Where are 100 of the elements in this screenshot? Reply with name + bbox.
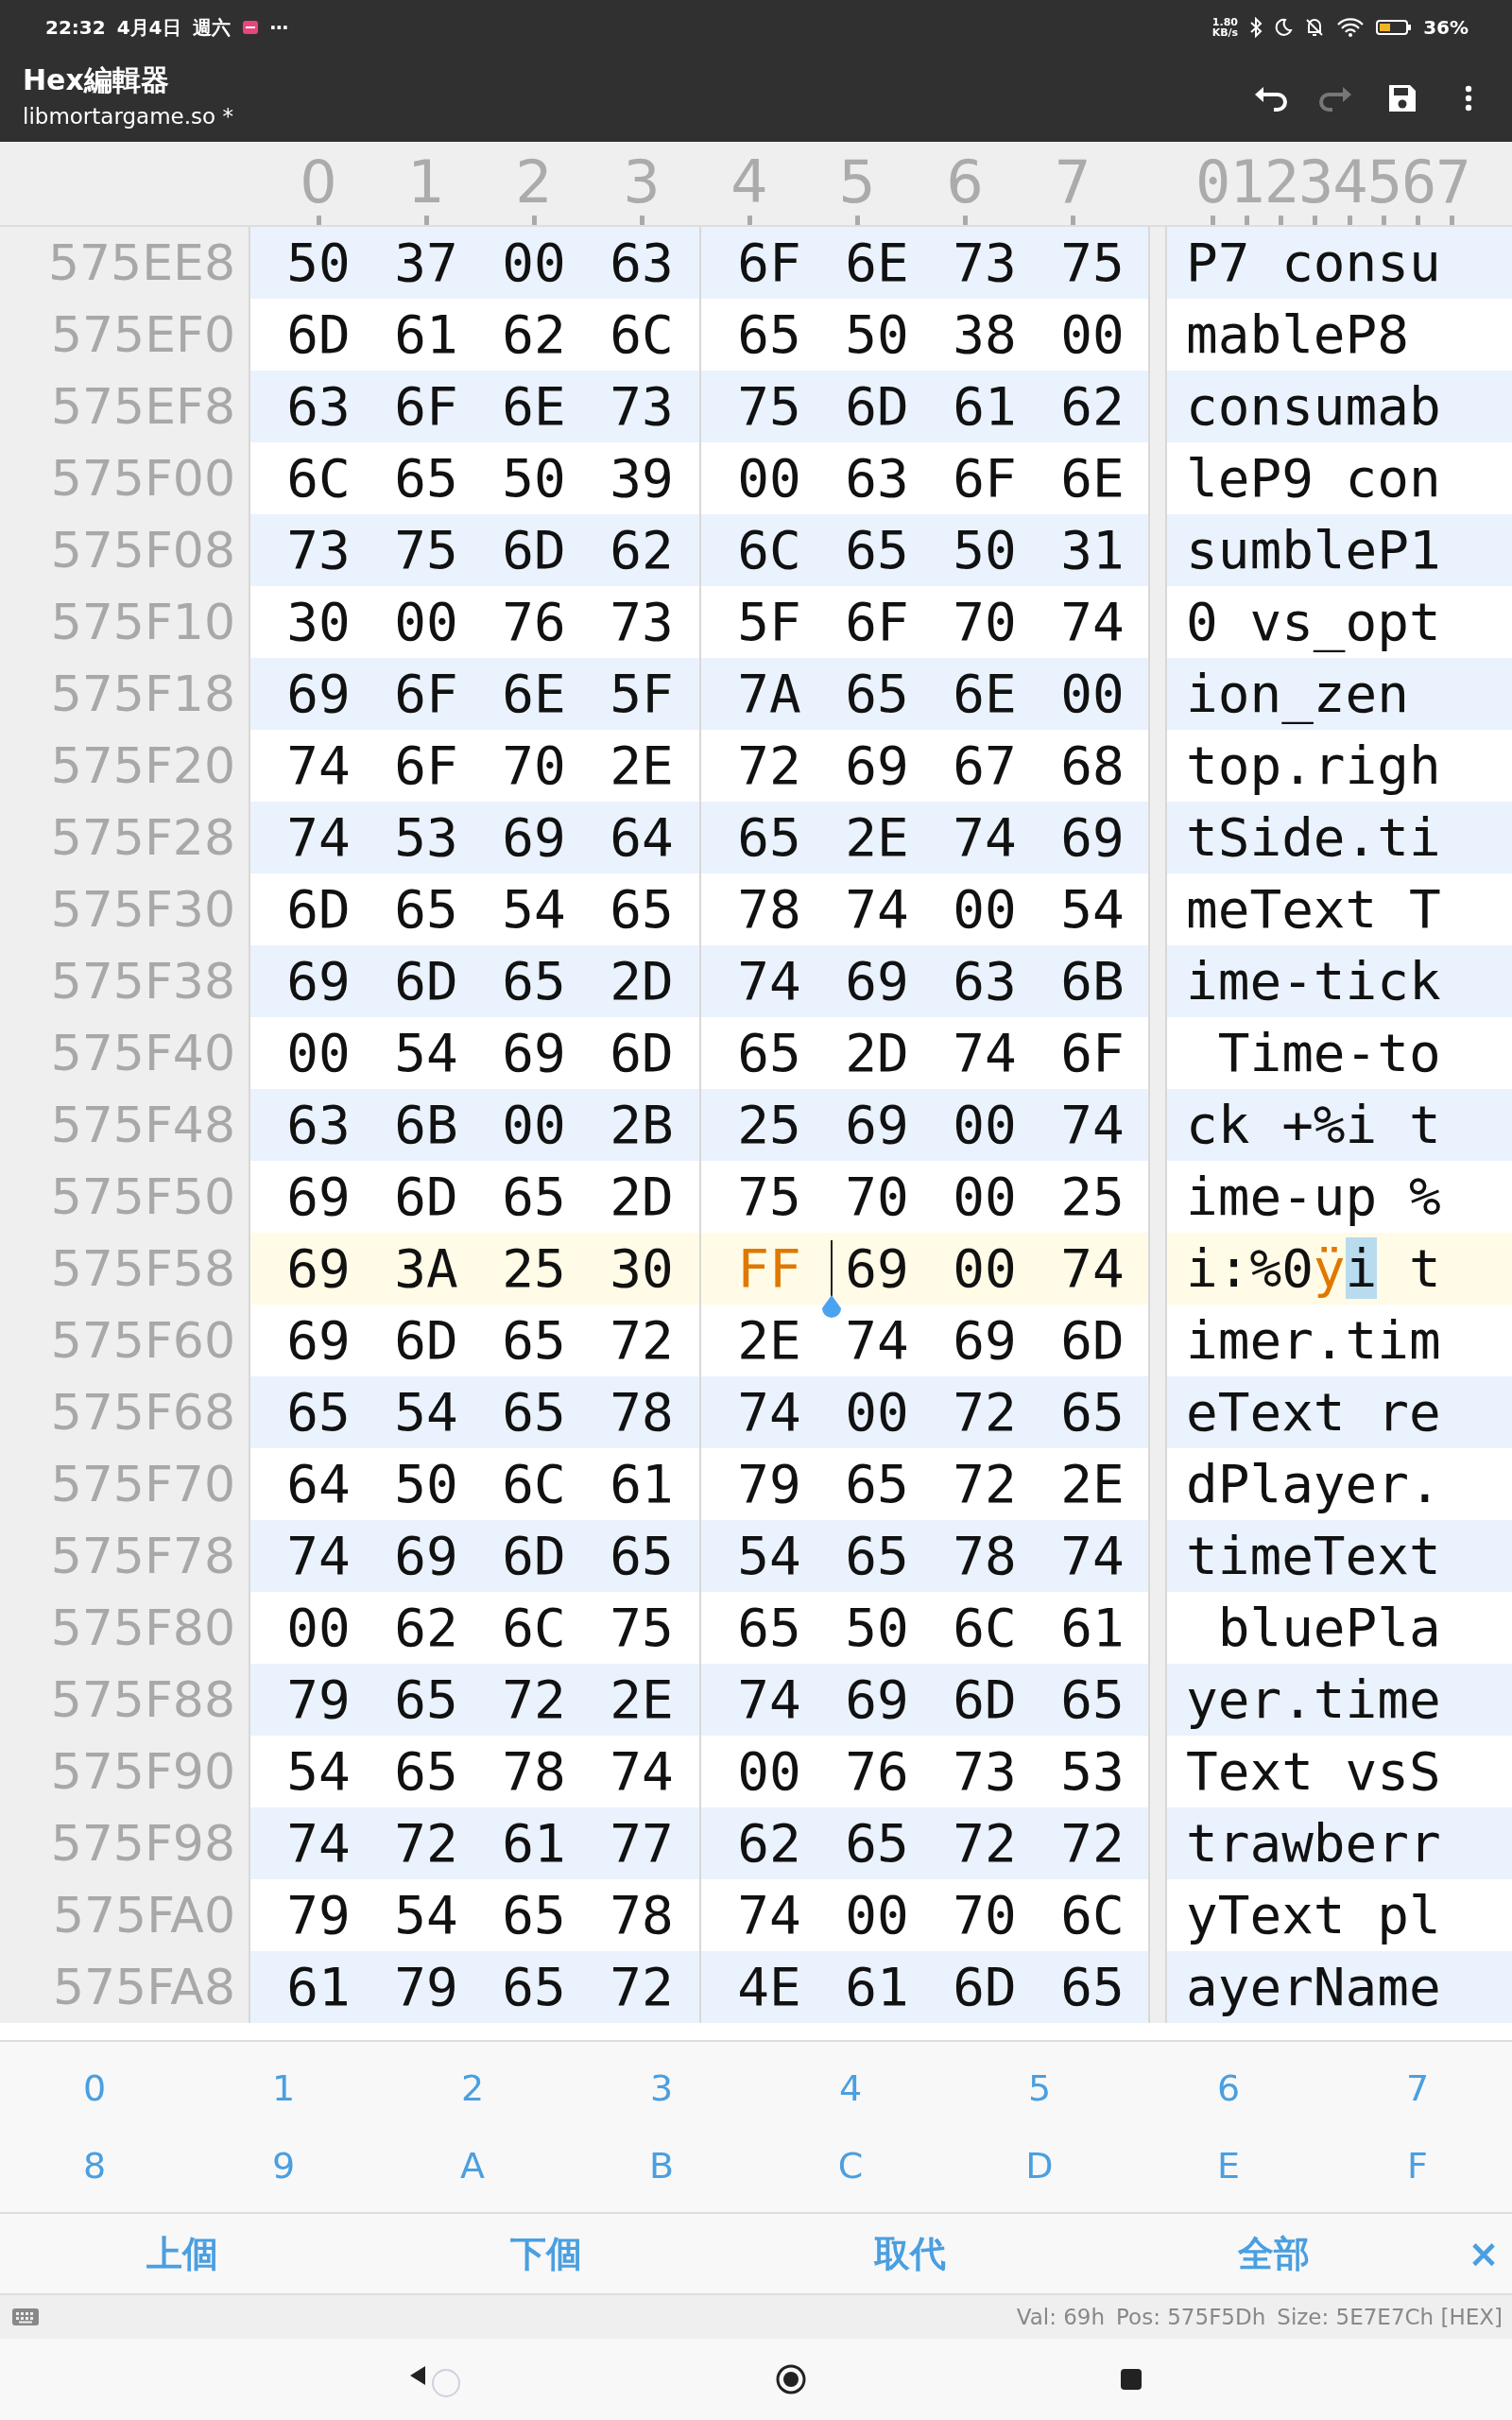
hex-byte[interactable]: 6B (394, 1094, 458, 1156)
hex-byte[interactable]: 62 (394, 1597, 458, 1659)
hex-byte[interactable]: 69 (502, 806, 566, 869)
hex-byte[interactable]: 2D (845, 1022, 909, 1084)
hex-byte[interactable]: 54 (394, 1022, 458, 1084)
hex-byte[interactable]: 70 (953, 1884, 1017, 1946)
hex-byte[interactable]: 74 (1060, 1237, 1125, 1300)
hex-byte[interactable]: 73 (953, 1740, 1017, 1803)
hex-byte[interactable]: 74 (845, 1309, 909, 1372)
hex-byte[interactable]: 74 (953, 1022, 1017, 1084)
hex-byte[interactable]: 5F (737, 591, 801, 653)
hex-byte[interactable]: 3A (394, 1237, 458, 1300)
hex-byte[interactable]: 74 (1060, 1525, 1125, 1587)
hex-byte[interactable]: 00 (286, 1597, 351, 1659)
hex-byte[interactable]: 39 (610, 447, 674, 510)
hex-byte[interactable]: 74 (737, 950, 801, 1012)
hex-byte[interactable]: 75 (737, 1166, 801, 1228)
hex-byte[interactable]: 62 (502, 303, 566, 366)
hex-byte[interactable]: 6F (394, 735, 458, 797)
hex-byte[interactable]: 00 (845, 1381, 909, 1443)
hex-byte[interactable]: 74 (286, 1525, 351, 1587)
hex-byte[interactable]: 5F (610, 663, 674, 725)
hex-byte[interactable]: 00 (953, 1237, 1017, 1300)
hex-byte[interactable]: 6D (394, 950, 458, 1012)
hex-byte[interactable]: 2D (610, 1166, 674, 1228)
hex-byte[interactable]: 7A (737, 663, 801, 725)
hex-byte[interactable]: 75 (737, 375, 801, 438)
hex-byte[interactable]: 62 (610, 519, 674, 581)
hex-byte[interactable]: 25 (737, 1094, 801, 1156)
hex-byte[interactable]: 00 (845, 1884, 909, 1946)
hex-byte[interactable]: 72 (953, 1453, 1017, 1515)
hex-byte[interactable]: 74 (286, 806, 351, 869)
hex-byte[interactable]: 69 (953, 1309, 1017, 1372)
hex-byte[interactable]: 53 (1060, 1740, 1125, 1803)
hex-byte[interactable]: 72 (737, 735, 801, 797)
hex-byte[interactable]: 79 (286, 1668, 351, 1731)
hex-byte[interactable]: 69 (286, 663, 351, 725)
hex-byte[interactable]: 6D (286, 878, 351, 941)
hex-byte[interactable]: 65 (502, 950, 566, 1012)
hex-byte[interactable]: 72 (610, 1956, 674, 2018)
hex-byte[interactable]: 50 (845, 1597, 909, 1659)
hex-byte[interactable]: 79 (286, 1884, 351, 1946)
hex-byte[interactable]: 6C (737, 519, 801, 581)
hex-byte[interactable]: 65 (610, 878, 674, 941)
hex-byte[interactable]: 70 (502, 735, 566, 797)
hex-byte[interactable]: 78 (737, 878, 801, 941)
hex-byte[interactable]: 31 (1060, 519, 1125, 581)
hex-byte[interactable]: 69 (845, 1094, 909, 1156)
hex-byte[interactable]: 73 (610, 591, 674, 653)
hex-byte[interactable]: 65 (286, 1381, 351, 1443)
hex-byte[interactable]: 25 (1060, 1166, 1125, 1228)
hex-byte[interactable]: 76 (845, 1740, 909, 1803)
hex-byte[interactable]: 65 (737, 1597, 801, 1659)
hex-byte[interactable]: 74 (610, 1740, 674, 1803)
hex-byte[interactable]: 6F (737, 232, 801, 294)
hex-byte[interactable]: 63 (286, 375, 351, 438)
hex-byte[interactable]: 69 (286, 950, 351, 1012)
hex-byte[interactable]: 6D (502, 519, 566, 581)
hex-byte[interactable]: 54 (394, 1884, 458, 1946)
hex-byte[interactable]: 6D (953, 1956, 1017, 2018)
hex-byte[interactable]: 6D (394, 1166, 458, 1228)
hex-byte[interactable]: 65 (394, 1668, 458, 1731)
hex-byte[interactable]: 69 (845, 1668, 909, 1731)
hex-byte[interactable]: 6C (502, 1453, 566, 1515)
hex-byte[interactable]: 63 (286, 1094, 351, 1156)
hex-byte[interactable]: 2E (845, 806, 909, 869)
hex-byte[interactable]: 65 (394, 447, 458, 510)
hex-byte[interactable]: 6B (1060, 950, 1125, 1012)
hex-byte[interactable]: 61 (953, 375, 1017, 438)
hex-byte[interactable]: 00 (737, 1740, 801, 1803)
hex-byte[interactable]: 00 (737, 447, 801, 510)
hex-byte[interactable]: 79 (394, 1956, 458, 2018)
hex-byte[interactable]: 69 (286, 1309, 351, 1372)
hex-byte[interactable]: 54 (286, 1740, 351, 1803)
hex-byte[interactable]: 69 (845, 950, 909, 1012)
hex-byte[interactable]: 63 (610, 232, 674, 294)
hex-byte[interactable]: 65 (1060, 1381, 1125, 1443)
hex-byte[interactable]: 50 (502, 447, 566, 510)
hex-byte[interactable]: 61 (610, 1453, 674, 1515)
hex-byte[interactable]: 73 (953, 232, 1017, 294)
hex-byte[interactable]: 74 (953, 806, 1017, 869)
hex-byte[interactable]: 00 (394, 591, 458, 653)
hex-byte[interactable]: 65 (1060, 1956, 1125, 2018)
hex-byte[interactable]: 54 (502, 878, 566, 941)
hex-byte[interactable]: 37 (394, 232, 458, 294)
hex-byte[interactable]: 74 (286, 1812, 351, 1875)
hex-byte[interactable]: 69 (845, 1237, 909, 1300)
hex-byte[interactable]: 63 (953, 950, 1017, 1012)
hex-byte[interactable]: 74 (286, 735, 351, 797)
hex-byte[interactable]: 6D (845, 375, 909, 438)
hex-byte[interactable]: 64 (286, 1453, 351, 1515)
hex-byte[interactable]: 50 (394, 1453, 458, 1515)
hex-byte[interactable]: 00 (1060, 663, 1125, 725)
hex-byte[interactable]: 2B (610, 1094, 674, 1156)
hex-byte[interactable]: 69 (286, 1166, 351, 1228)
hex-byte[interactable]: 6E (502, 375, 566, 438)
hex-byte[interactable]: 00 (953, 1094, 1017, 1156)
hex-byte[interactable]: 61 (845, 1956, 909, 2018)
hex-byte[interactable]: 50 (286, 232, 351, 294)
hex-byte[interactable]: 69 (286, 1237, 351, 1300)
